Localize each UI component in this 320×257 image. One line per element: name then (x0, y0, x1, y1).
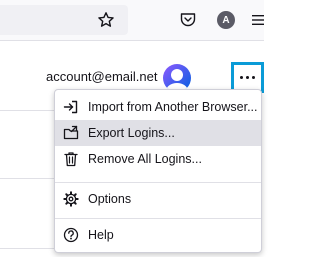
account-button[interactable]: A (215, 9, 237, 31)
login-list-divider (0, 178, 54, 179)
trash-icon (63, 151, 79, 167)
export-folder-icon (63, 125, 79, 141)
gear-icon (63, 191, 79, 207)
menu-item-label: Options (88, 192, 132, 206)
menu-item-help[interactable]: Help (55, 222, 261, 248)
star-icon[interactable] (96, 10, 116, 30)
menu-item-export[interactable]: Export Logins... (55, 120, 261, 146)
menu-separator (55, 182, 261, 183)
login-list-divider (0, 110, 54, 111)
hamburger-icon[interactable] (252, 12, 264, 28)
menu-item-label: Export Logins... (88, 126, 175, 140)
login-list-divider (0, 248, 54, 249)
help-icon (63, 227, 79, 243)
account-initial: A (217, 11, 235, 29)
menu-separator (55, 218, 261, 219)
menu-item-import[interactable]: Import from Another Browser... (55, 94, 261, 120)
browser-toolbar: A (0, 0, 264, 41)
menu-item-label: Remove All Logins... (88, 152, 202, 166)
menu-item-remove-all[interactable]: Remove All Logins... (55, 146, 261, 172)
account-email: account@email.net (46, 69, 158, 84)
menu-item-options[interactable]: Options (55, 186, 261, 212)
logins-menu: Import from Another Browser... Export Lo… (54, 89, 262, 253)
import-icon (63, 99, 79, 115)
pocket-icon[interactable] (179, 11, 197, 29)
menu-item-label: Help (88, 228, 114, 242)
menu-item-label: Import from Another Browser... (88, 100, 258, 114)
